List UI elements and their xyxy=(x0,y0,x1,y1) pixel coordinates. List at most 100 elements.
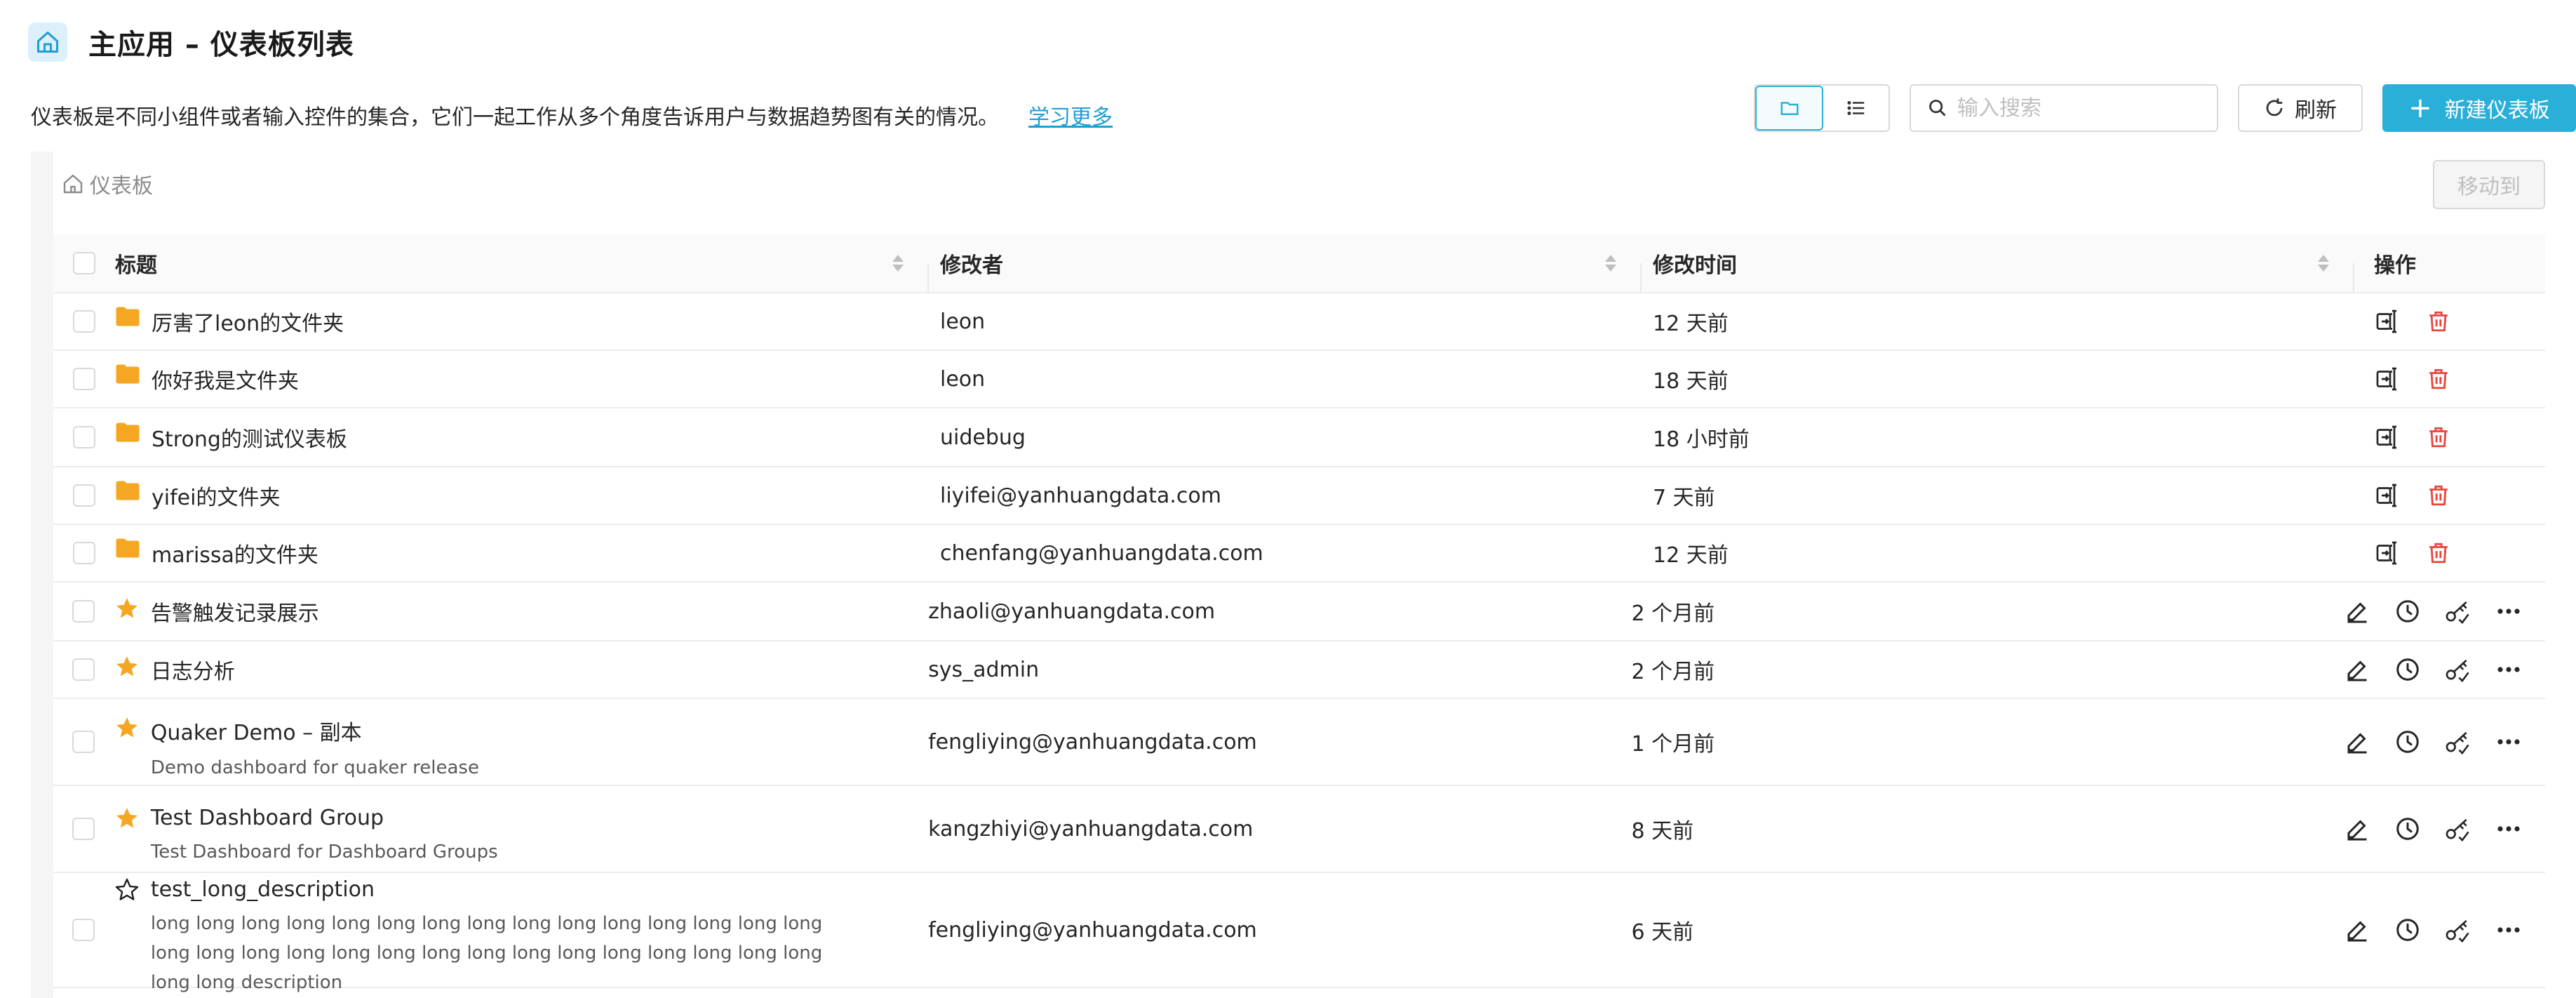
row-checkbox[interactable] xyxy=(73,426,95,448)
row-checkbox[interactable] xyxy=(73,368,95,390)
learn-more-link[interactable]: 学习更多 xyxy=(1028,105,1113,130)
time-cell: 8 天前 xyxy=(1621,813,2323,844)
dashboard-row[interactable]: Quaker Demo – 副本 Demo dashboard for quak… xyxy=(53,699,2545,786)
time-cell: 12 天前 xyxy=(1642,306,2354,337)
star-icon[interactable] xyxy=(114,654,151,679)
more-icon[interactable] xyxy=(2495,815,2523,843)
row-title[interactable]: Test Dashboard Group xyxy=(151,806,852,830)
row-time: 7 天前 xyxy=(1653,486,1715,510)
dashboard-row[interactable]: 告警触发记录展示 zhaoli@yanhuangdata.com 2 个月前 xyxy=(53,583,2545,641)
clock-icon[interactable] xyxy=(2394,597,2422,625)
list-view-button[interactable] xyxy=(1823,86,1889,131)
delete-icon[interactable] xyxy=(2424,365,2453,393)
folder-row[interactable]: 你好我是文件夹 leon 18 天前 xyxy=(53,351,2545,408)
edit-icon[interactable] xyxy=(2343,597,2371,625)
clock-icon[interactable] xyxy=(2394,728,2422,756)
row-title[interactable]: yifei的文件夹 xyxy=(152,480,853,511)
share-icon[interactable] xyxy=(2444,728,2472,756)
breadcrumb[interactable]: 仪表板 xyxy=(62,168,153,199)
time-cell: 12 天前 xyxy=(1642,538,2354,568)
folder-row[interactable]: marissa的文件夹 chenfang@yanhuangdata.com 12 … xyxy=(53,525,2545,583)
column-title[interactable]: 标题 xyxy=(115,248,929,291)
row-checkbox[interactable] xyxy=(73,484,95,507)
sort-icon[interactable] xyxy=(1605,255,1616,272)
row-title[interactable]: 厉害了leon的文件夹 xyxy=(152,306,853,337)
delete-icon[interactable] xyxy=(2424,423,2453,451)
row-title[interactable]: Strong的测试仪表板 xyxy=(152,422,853,453)
more-icon[interactable] xyxy=(2495,656,2523,684)
row-select-cell xyxy=(53,919,114,941)
sort-icon[interactable] xyxy=(892,255,904,272)
row-title[interactable]: 你好我是文件夹 xyxy=(152,364,853,394)
delete-icon[interactable] xyxy=(2424,481,2453,510)
folder-icon xyxy=(115,538,152,559)
row-title[interactable]: 告警触发记录展示 xyxy=(151,596,852,627)
sort-icon[interactable] xyxy=(2318,255,2329,272)
title-cell: yifei的文件夹 xyxy=(115,480,929,511)
move-icon[interactable] xyxy=(2374,481,2402,510)
more-icon[interactable] xyxy=(2495,728,2523,756)
row-select-cell xyxy=(53,484,115,507)
edit-icon[interactable] xyxy=(2343,916,2371,944)
dashboard-row[interactable]: Test Dashboard Group Test Dashboard for … xyxy=(53,786,2545,873)
row-time: 8 天前 xyxy=(1631,819,1694,844)
select-all-checkbox[interactable] xyxy=(73,252,95,274)
star-icon[interactable] xyxy=(114,806,151,831)
delete-icon[interactable] xyxy=(2424,539,2453,567)
more-icon[interactable] xyxy=(2495,916,2523,944)
dashboard-row[interactable]: test_long_description long long long lon… xyxy=(53,873,2545,993)
clock-icon[interactable] xyxy=(2394,916,2422,944)
row-checkbox[interactable] xyxy=(73,542,95,564)
move-icon[interactable] xyxy=(2374,307,2402,335)
dashboard-row[interactable]: 日志分析 sys_admin 2 个月前 xyxy=(53,641,2545,699)
move-icon[interactable] xyxy=(2374,539,2402,567)
row-title[interactable]: marissa的文件夹 xyxy=(152,538,853,568)
title-wrap: 厉害了leon的文件夹 xyxy=(152,306,853,337)
more-icon[interactable] xyxy=(2495,597,2523,625)
share-icon[interactable] xyxy=(2444,916,2472,944)
row-title[interactable]: 日志分析 xyxy=(151,654,852,685)
search-box[interactable] xyxy=(1910,84,2218,132)
row-modifier: leon xyxy=(940,366,986,392)
star-icon[interactable] xyxy=(114,877,151,903)
clock-icon[interactable] xyxy=(2394,815,2422,843)
row-modifier: leon xyxy=(940,309,986,334)
row-checkbox[interactable] xyxy=(72,818,95,840)
row-checkbox[interactable] xyxy=(72,600,95,623)
breadcrumb-label: 仪表板 xyxy=(90,174,153,199)
share-icon[interactable] xyxy=(2444,656,2472,684)
row-time: 18 天前 xyxy=(1653,369,1729,394)
delete-icon[interactable] xyxy=(2424,307,2453,335)
folder-view-button[interactable] xyxy=(1755,86,1823,131)
row-checkbox[interactable] xyxy=(73,310,95,333)
row-title[interactable]: Quaker Demo – 副本 xyxy=(151,715,852,746)
move-icon[interactable] xyxy=(2374,365,2402,393)
share-icon[interactable] xyxy=(2444,815,2472,843)
column-modifier[interactable]: 修改者 xyxy=(929,248,1642,291)
row-checkbox[interactable] xyxy=(72,731,95,753)
folder-row[interactable]: 厉害了leon的文件夹 leon 12 天前 xyxy=(53,293,2545,351)
move-icon[interactable] xyxy=(2374,423,2402,451)
home-icon[interactable] xyxy=(28,22,67,62)
star-icon[interactable] xyxy=(114,715,151,740)
folder-row[interactable]: Strong的测试仪表板 uidebug 18 小时前 xyxy=(53,408,2545,467)
refresh-button[interactable]: 刷新 xyxy=(2238,84,2363,132)
row-checkbox[interactable] xyxy=(72,919,95,941)
column-time-label: 修改时间 xyxy=(1653,253,1737,278)
new-dashboard-button[interactable]: + 新建仪表板 xyxy=(2382,84,2576,132)
row-checkbox[interactable] xyxy=(72,658,95,681)
edit-icon[interactable] xyxy=(2343,815,2371,843)
row-description: Test Dashboard for Dashboard Groups xyxy=(150,841,498,863)
move-to-button[interactable]: 移动到 xyxy=(2433,160,2545,209)
share-icon[interactable] xyxy=(2444,597,2472,625)
star-icon[interactable] xyxy=(114,596,151,621)
row-modifier: chenfang@yanhuangdata.com xyxy=(940,540,1263,566)
edit-icon[interactable] xyxy=(2343,728,2371,756)
edit-icon[interactable] xyxy=(2343,656,2371,684)
row-select-cell xyxy=(53,731,114,753)
row-title[interactable]: test_long_description xyxy=(151,877,852,902)
folder-row[interactable]: yifei的文件夹 liyifei@yanhuangdata.com 7 天前 xyxy=(53,467,2545,525)
clock-icon[interactable] xyxy=(2394,656,2422,684)
search-input[interactable] xyxy=(1957,95,2210,121)
column-time[interactable]: 修改时间 xyxy=(1642,248,2354,291)
